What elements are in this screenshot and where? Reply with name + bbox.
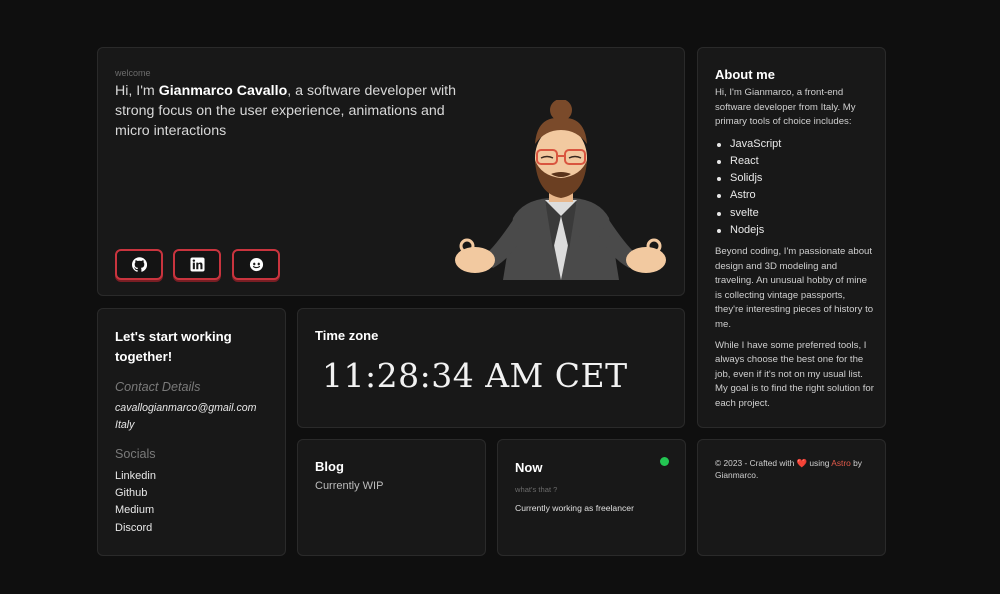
tools-list: JavaScript React Solidjs Astro svelte No… (715, 136, 875, 239)
now-card: Now what's that ? Currently working as f… (497, 439, 686, 556)
github-button[interactable] (115, 249, 163, 280)
astro-link[interactable]: Astro (831, 458, 851, 468)
tool-item: Solidjs (715, 170, 875, 187)
blog-status: Currently WIP (315, 480, 384, 492)
discord-icon (249, 257, 263, 272)
timezone-card: Time zone 11:28:34 AM CET (297, 308, 685, 428)
footer-prefix: © 2023 - Crafted with (715, 458, 797, 468)
contact-card: Let's start working together! Contact De… (97, 308, 286, 556)
clock-display: 11:28:34 AM CET (322, 356, 628, 395)
footer-card: © 2023 - Crafted with ❤️ using Astro by … (697, 439, 886, 556)
timezone-title: Time zone (315, 328, 379, 343)
blog-card[interactable]: Blog Currently WIP (297, 439, 486, 556)
social-link-linkedin[interactable]: Linkedin (115, 468, 156, 485)
author-name: Gianmarco Cavallo (158, 83, 288, 99)
online-status-dot (660, 457, 669, 466)
now-title: Now (515, 460, 543, 475)
tool-item: Nodejs (715, 222, 875, 239)
now-status: Currently working as freelancer (515, 503, 634, 513)
about-paragraph-hobbies: Beyond coding, I'm passionate about desi… (715, 246, 874, 330)
heart-icon: ❤️ (796, 458, 808, 468)
tool-item: JavaScript (715, 136, 875, 153)
footer-middle: using (807, 458, 832, 468)
discord-button[interactable] (232, 249, 280, 280)
about-paragraph-tools: While I have some preferred tools, I alw… (715, 339, 874, 409)
social-link-github[interactable]: Github (115, 485, 156, 502)
linkedin-icon (189, 257, 205, 272)
tool-item: React (715, 153, 875, 170)
intro-card: welcome Hi, I'm Gianmarco Cavallo, a sof… (97, 47, 685, 296)
contact-title: Let's start working together! (115, 329, 232, 364)
about-body: Hi, I'm Gianmarco, a front-end software … (715, 86, 875, 412)
blog-title: Blog (315, 459, 344, 474)
about-intro: Hi, I'm Gianmarco, a front-end software … (715, 87, 856, 128)
intro-text: Hi, I'm Gianmarco Cavallo, a software de… (115, 81, 460, 141)
socials-heading: Socials (115, 447, 156, 461)
now-question[interactable]: what's that ? (515, 485, 557, 494)
welcome-label: welcome (115, 68, 151, 78)
social-link-discord[interactable]: Discord (115, 520, 156, 537)
tool-item: Astro (715, 187, 875, 204)
socials-list: Linkedin Github Medium Discord (115, 468, 156, 537)
linkedin-button[interactable] (173, 249, 221, 280)
about-title: About me (715, 67, 775, 82)
tool-item: svelte (715, 205, 875, 222)
social-link-medium[interactable]: Medium (115, 502, 156, 519)
about-card: About me Hi, I'm Gianmarco, a front-end … (697, 47, 886, 428)
email-link[interactable]: cavallogianmarco@gmail.com (115, 402, 256, 414)
memoji-avatar (455, 100, 666, 280)
intro-prefix: Hi, I'm (115, 83, 159, 99)
github-icon (131, 257, 147, 272)
contact-details-heading: Contact Details (115, 380, 201, 394)
location-text: Italy (115, 419, 135, 431)
footer-credits: © 2023 - Crafted with ❤️ using Astro by … (715, 458, 875, 481)
